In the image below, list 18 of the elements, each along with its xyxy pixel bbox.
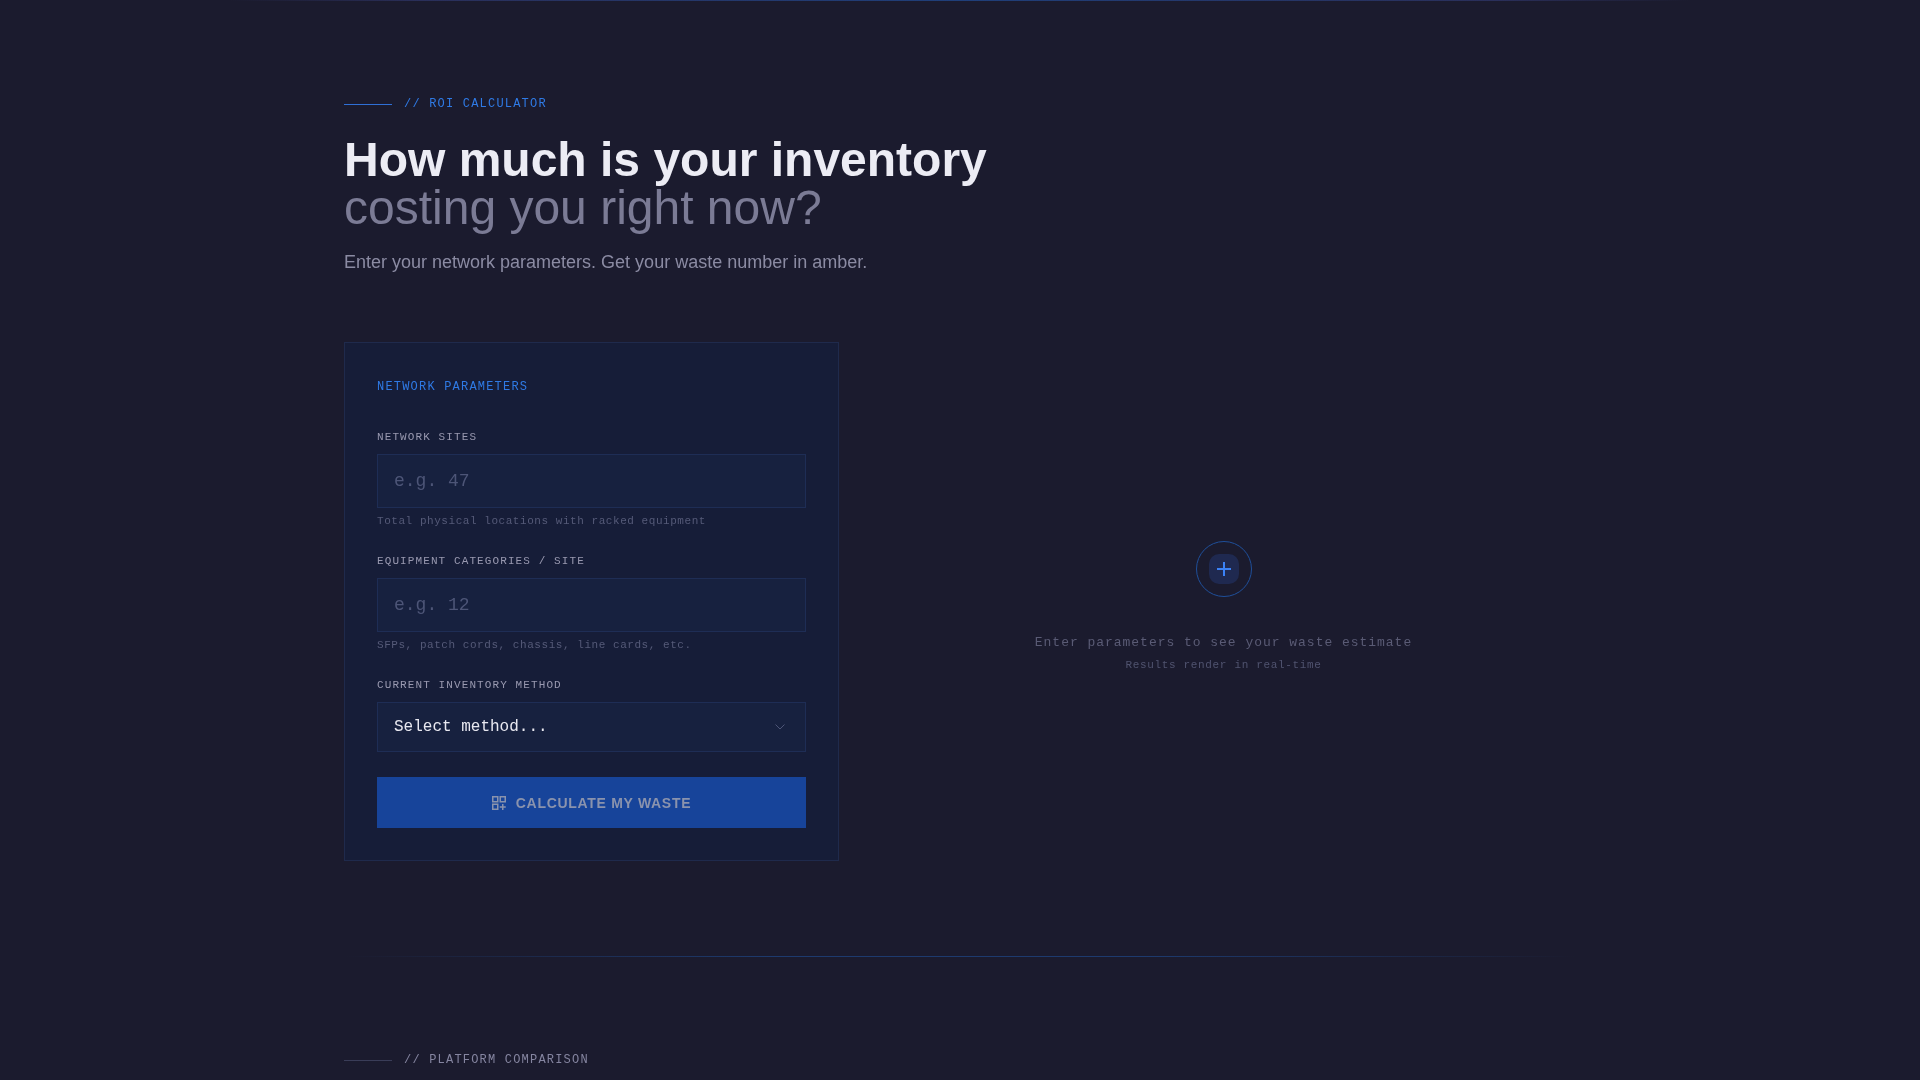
- field-label: CURRENT INVENTORY METHOD: [377, 678, 562, 692]
- page-subtitle: Enter your network parameters. Get your waste number in amber.: [344, 251, 868, 274]
- field-label: EQUIPMENT CATEGORIES / SITE: [377, 554, 585, 568]
- field-hint: SFPs, patch cords, chassis, line cards, etc.: [377, 638, 692, 652]
- grid-plus-icon: [491, 795, 506, 810]
- chevron-down-icon: [775, 724, 785, 730]
- card-title: NETWORK PARAMETERS: [377, 379, 529, 395]
- plus-icon: [1195, 541, 1252, 597]
- page-heading: How much is your inventory costing you right now?: [344, 136, 987, 232]
- input-field[interactable]: e.g. 47: [377, 454, 806, 508]
- input-field[interactable]: e.g. 12: [377, 578, 806, 632]
- section-eyebrow: // ROI CALCULATOR: [404, 96, 547, 112]
- empty-state-note: Results render in real-time: [1125, 658, 1322, 672]
- field-hint: Total physical locations with racked equipment: [377, 514, 706, 528]
- empty-state-message: Enter parameters to see your waste estimate: [1034, 634, 1413, 652]
- select-field[interactable]: Select method...: [377, 702, 806, 752]
- section-eyebrow: // PLATFORM COMPARISON: [404, 1052, 589, 1068]
- field-label: NETWORK SITES: [377, 430, 478, 444]
